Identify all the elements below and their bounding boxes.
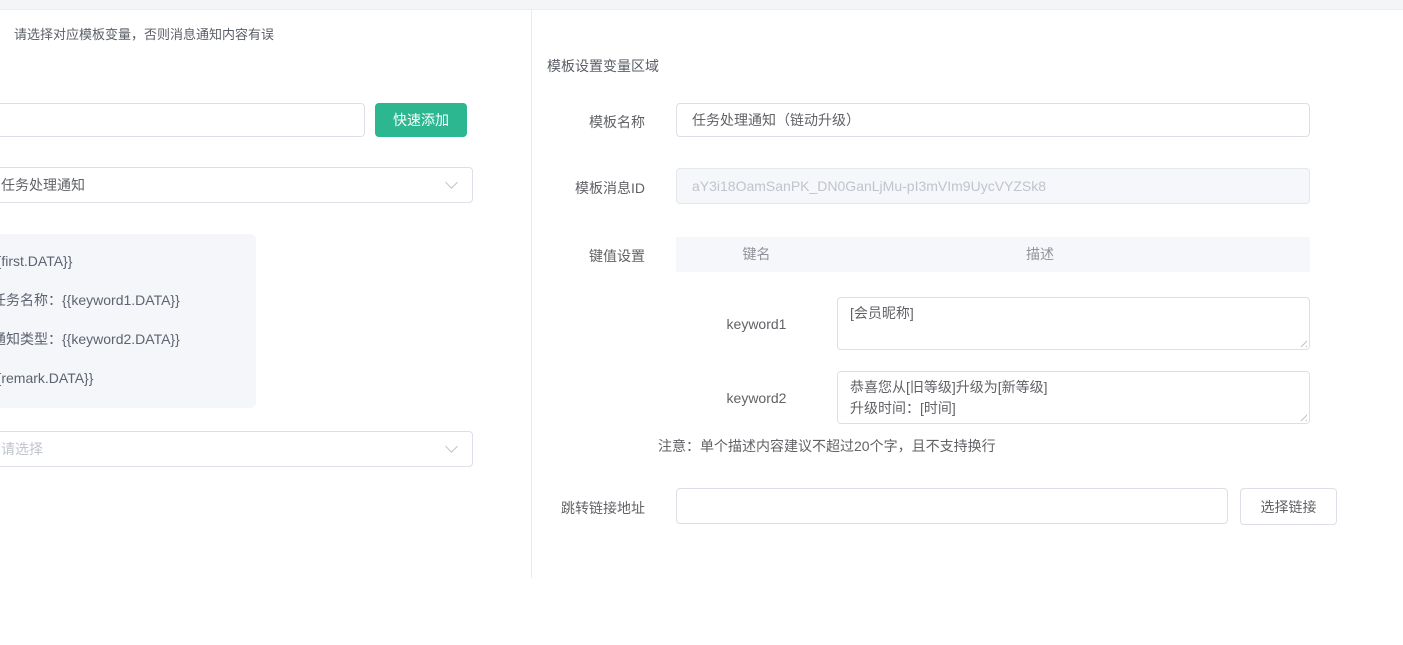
template-select[interactable]: 任务处理通知 xyxy=(0,167,473,203)
select-link-button[interactable]: 选择链接 xyxy=(1240,488,1337,525)
quick-add-input[interactable] xyxy=(0,104,364,136)
top-strip xyxy=(0,0,1403,10)
kv-row-key: keyword1 xyxy=(676,316,837,332)
kv-column-desc: 描述 xyxy=(940,237,1140,272)
chevron-down-icon[interactable] xyxy=(445,176,458,189)
kv-settings-label: 键值设置 xyxy=(531,246,645,266)
variable-preview-box: {{first.DATA}} 任务名称：{{keyword1.DATA}} 通知… xyxy=(0,234,256,408)
variable-line: 通知类型：{{keyword2.DATA}} xyxy=(0,324,240,363)
kv-column-key: 键名 xyxy=(676,237,837,272)
jump-link-input[interactable] xyxy=(677,489,1227,523)
variable-line: {{remark.DATA}} xyxy=(0,363,240,402)
variable-line: {{first.DATA}} xyxy=(0,246,240,285)
template-msg-id-input-wrap xyxy=(676,168,1310,204)
template-msg-id-input xyxy=(677,169,1309,203)
section-title: 模板设置变量区域 xyxy=(547,56,659,76)
warning-text: 请选择对应模板变量，否则消息通知内容有误 xyxy=(14,24,274,43)
kv-note: 注意：单个描述内容建议不超过20个字，且不支持换行 xyxy=(658,436,996,456)
chevron-down-icon[interactable] xyxy=(445,440,458,453)
variable-select-placeholder: 请选择 xyxy=(1,432,43,466)
kv-desc-textarea[interactable]: 恭喜您从[旧等级]升级为[新等级] 升级时间：[时间] xyxy=(837,371,1310,424)
template-name-input[interactable] xyxy=(677,104,1309,136)
variable-line: 任务名称：{{keyword1.DATA}} xyxy=(0,285,240,324)
quick-add-input-wrap xyxy=(0,103,365,137)
jump-link-input-wrap xyxy=(676,488,1228,524)
kv-header-row: 键名 描述 xyxy=(676,237,1310,272)
kv-desc-textarea[interactable]: [会员昵称] xyxy=(837,297,1310,350)
kv-desc-textarea-wrap: [会员昵称] xyxy=(837,297,1310,350)
panel-divider xyxy=(531,10,532,578)
template-msg-id-label: 模板消息ID xyxy=(531,178,645,198)
template-name-input-wrap xyxy=(676,103,1310,137)
quick-add-button[interactable]: 快速添加 xyxy=(375,103,467,137)
template-select-value: 任务处理通知 xyxy=(1,168,85,202)
variable-select[interactable]: 请选择 xyxy=(0,431,473,467)
jump-link-label: 跳转链接地址 xyxy=(531,498,645,518)
template-name-label: 模板名称 xyxy=(531,112,645,132)
kv-desc-textarea-wrap: 恭喜您从[旧等级]升级为[新等级] 升级时间：[时间] xyxy=(837,371,1310,424)
kv-row-key: keyword2 xyxy=(676,390,837,406)
